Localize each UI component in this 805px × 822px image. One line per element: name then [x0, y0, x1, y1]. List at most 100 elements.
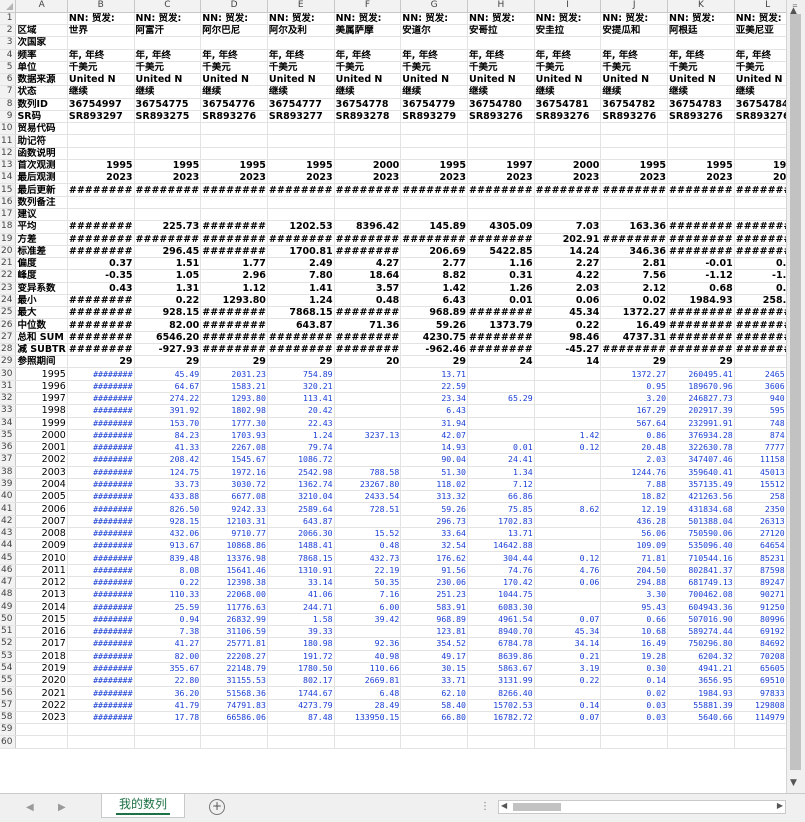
data-cell[interactable]: 129808.32 — [734, 699, 786, 712]
data-cell[interactable]: ######## — [667, 331, 735, 344]
data-cell[interactable]: 千美元 — [600, 61, 669, 75]
data-cell[interactable]: United N — [600, 73, 669, 87]
data-cell[interactable]: 1.26 — [467, 282, 535, 295]
data-cell[interactable]: 2669.81 — [334, 674, 402, 688]
data-cell[interactable]: 安提瓜和 — [600, 24, 669, 38]
data-cell[interactable]: 0.43 — [67, 282, 135, 295]
data-cell[interactable]: 0.22 — [134, 294, 202, 308]
data-cell[interactable]: 0.66 — [600, 613, 669, 627]
data-cell[interactable]: 6.00 — [334, 601, 402, 614]
data-cell[interactable]: 681749.13 — [667, 576, 735, 590]
data-cell[interactable]: 17.78 — [134, 711, 202, 725]
data-cell[interactable]: 6784.78 — [467, 637, 535, 651]
row-header[interactable]: 29 — [0, 355, 17, 369]
data-cell[interactable]: 继续 — [267, 85, 335, 99]
data-cell[interactable]: 15702.53 — [467, 699, 535, 712]
data-cell[interactable]: 294.88 — [600, 576, 669, 590]
data-cell[interactable]: 4273.79 — [267, 699, 335, 712]
data-cell[interactable]: 2589.64 — [267, 502, 335, 516]
row-label-cell[interactable]: 2011 — [15, 564, 68, 577]
data-cell[interactable] — [400, 147, 468, 160]
data-cell[interactable]: 313.32 — [400, 490, 468, 504]
data-cell[interactable]: 4230.75 — [400, 331, 468, 344]
row-label-cell[interactable]: 2007 — [15, 515, 68, 528]
data-cell[interactable] — [600, 36, 669, 50]
data-cell[interactable]: 189670.96 — [667, 380, 735, 394]
row-label-cell[interactable]: 2000 — [15, 429, 68, 443]
data-cell[interactable] — [200, 208, 268, 222]
data-cell[interactable]: 1802.98 — [200, 404, 268, 418]
data-cell[interactable]: 年, 年终 — [600, 49, 669, 62]
data-cell[interactable]: 244.71 — [267, 601, 335, 614]
data-cell[interactable]: 3.20 — [600, 392, 669, 406]
data-cell[interactable]: 1703.93 — [200, 429, 268, 443]
data-cell[interactable]: 年, 年终 — [134, 49, 202, 62]
data-cell[interactable]: 3.19 — [534, 662, 602, 676]
data-cell[interactable]: 6.43 — [400, 404, 468, 418]
data-cell[interactable] — [67, 122, 135, 136]
data-cell[interactable]: United N — [400, 73, 468, 87]
data-cell[interactable]: 2023 — [400, 171, 468, 185]
data-cell[interactable]: 36754779 — [400, 98, 468, 111]
data-cell[interactable]: 1488.41 — [267, 539, 335, 553]
data-cell[interactable]: 2023 — [67, 171, 135, 185]
row-header[interactable]: 21 — [0, 257, 17, 271]
data-cell[interactable]: 7868.15 — [267, 306, 335, 320]
column-header[interactable]: F — [334, 0, 402, 13]
row-label-cell[interactable]: 2006 — [15, 502, 68, 516]
data-cell[interactable]: 0.48 — [334, 539, 402, 553]
row-header[interactable]: 7 — [0, 85, 17, 99]
data-cell[interactable] — [400, 208, 468, 222]
data-cell[interactable]: SR893278 — [334, 110, 402, 124]
data-cell[interactable]: 36754780 — [467, 98, 535, 111]
data-cell[interactable] — [734, 122, 786, 136]
row-label-cell[interactable]: 2022 — [15, 699, 68, 712]
data-cell[interactable]: NN: 贸发: — [334, 12, 402, 26]
row-header[interactable]: 5 — [0, 61, 17, 75]
row-header[interactable]: 46 — [0, 564, 17, 577]
data-cell[interactable]: 40.98 — [334, 650, 402, 663]
data-cell[interactable]: 98.46 — [534, 331, 602, 344]
data-cell[interactable]: 70208.39 — [734, 650, 786, 663]
row-label-cell[interactable]: 2004 — [15, 478, 68, 492]
data-cell[interactable]: 0.94 — [134, 613, 202, 627]
data-cell[interactable] — [600, 134, 669, 148]
row-header[interactable]: 15 — [0, 183, 17, 197]
row-header[interactable]: 40 — [0, 490, 17, 504]
row-header[interactable]: 43 — [0, 527, 17, 541]
data-cell[interactable]: 180.98 — [267, 637, 335, 651]
data-cell[interactable]: 91.56 — [400, 564, 468, 577]
data-cell[interactable]: 304.44 — [467, 551, 535, 565]
row-header[interactable]: 27 — [0, 331, 17, 344]
row-label-cell[interactable]: 2001 — [15, 441, 68, 455]
data-cell[interactable]: NN: 贸发: — [67, 12, 135, 26]
data-cell[interactable]: 4961.54 — [467, 613, 535, 627]
data-cell[interactable]: 阿尔巴尼 — [200, 24, 268, 38]
data-cell[interactable]: 1995 — [734, 159, 786, 173]
data-cell[interactable] — [67, 723, 135, 737]
data-cell[interactable]: SR893297 — [67, 110, 135, 124]
data-cell[interactable]: 1545.67 — [200, 453, 268, 467]
data-cell[interactable]: ######## — [67, 551, 135, 565]
data-cell[interactable]: 82.00 — [134, 318, 202, 332]
data-cell[interactable]: 1310.91 — [267, 564, 335, 577]
data-cell[interactable] — [134, 36, 202, 50]
data-cell[interactable]: ######## — [67, 294, 135, 308]
data-cell[interactable]: 1995 — [600, 159, 669, 173]
data-cell[interactable] — [267, 147, 335, 160]
data-cell[interactable]: 80996.68 — [734, 613, 786, 627]
row-header[interactable]: 11 — [0, 134, 17, 148]
data-cell[interactable]: 376934.28 — [667, 429, 735, 443]
data-cell[interactable]: 153.70 — [134, 417, 202, 430]
data-cell[interactable]: ######## — [67, 245, 135, 259]
column-header[interactable]: G — [400, 0, 468, 13]
data-cell[interactable]: 232991.91 — [667, 417, 735, 430]
row-label-cell[interactable]: 标准差 — [15, 245, 68, 259]
row-header[interactable]: 48 — [0, 588, 17, 602]
data-cell[interactable] — [667, 208, 735, 222]
data-cell[interactable] — [667, 122, 735, 136]
data-cell[interactable]: 274.22 — [134, 392, 202, 406]
data-cell[interactable]: 87598.59 — [734, 564, 786, 577]
data-cell[interactable] — [467, 723, 535, 737]
data-cell[interactable]: 29 — [134, 355, 202, 369]
